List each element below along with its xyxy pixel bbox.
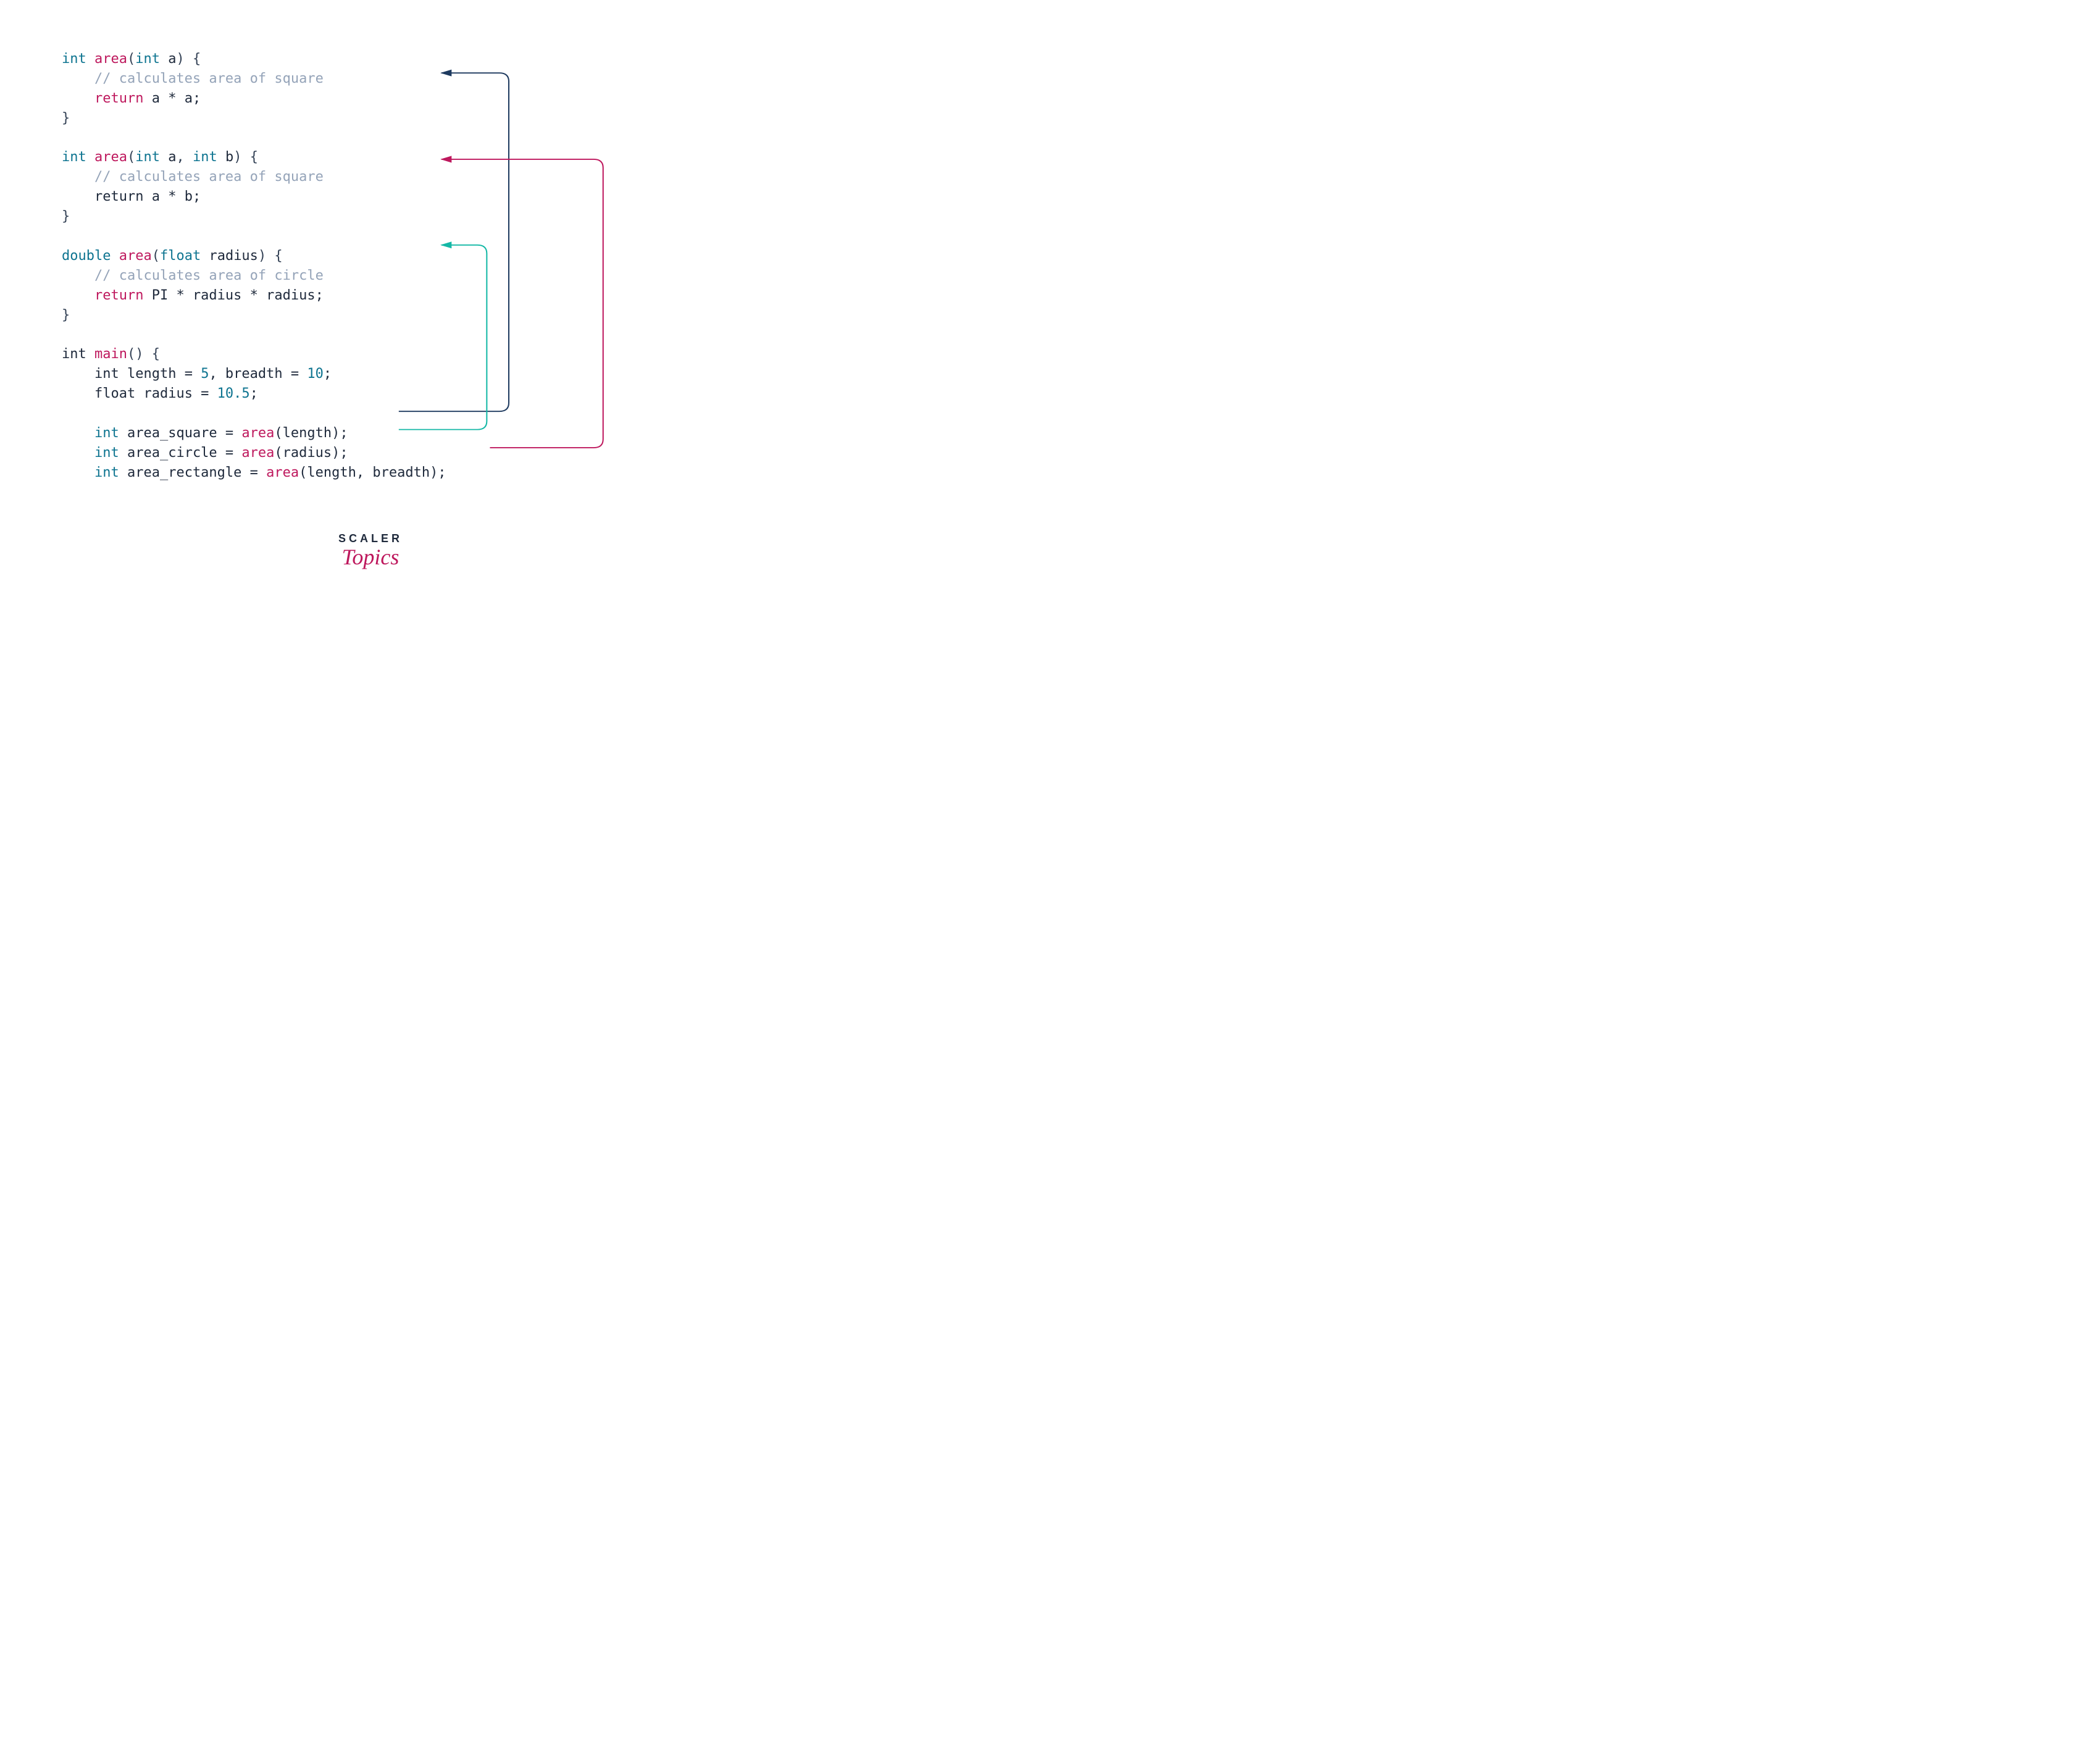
fn3-comment: // calculates area of circle — [94, 268, 324, 283]
main-call1-type: int — [94, 425, 119, 441]
code-block: int area(int a) { // calculates area of … — [62, 49, 679, 483]
fn1-return-kw: return — [94, 91, 143, 106]
fn3-type: double — [62, 248, 111, 264]
fn1-comment: // calculates area of square — [94, 71, 324, 86]
fn1-name: area — [94, 51, 127, 67]
main-call1-fn: area — [241, 425, 274, 441]
fn3-param-type: float — [160, 248, 201, 264]
main-call3-type: int — [94, 465, 119, 480]
fn2-name: area — [94, 149, 127, 165]
fn1-type: int — [62, 51, 86, 67]
brand-sub: Topics — [25, 544, 716, 570]
main-name: main — [94, 346, 127, 362]
fn2-param1-type: int — [135, 149, 160, 165]
main-call2-type: int — [94, 445, 119, 461]
fn2-comment: // calculates area of square — [94, 169, 324, 185]
fn2-return-kw: return — [94, 189, 143, 204]
fn2-type: int — [62, 149, 86, 165]
footer-logo: SCALER Topics — [25, 532, 716, 570]
main-decl1-type: int — [94, 366, 119, 382]
fn1-param-name: a — [168, 51, 176, 67]
main-decl2-type: float — [94, 386, 135, 401]
brand-text: SCALER — [25, 532, 716, 545]
code-diagram: int area(int a) { // calculates area of … — [25, 25, 716, 508]
main-type: int — [62, 346, 86, 362]
fn1-param-type: int — [135, 51, 160, 67]
fn2-param2-type: int — [193, 149, 217, 165]
fn3-return-kw: return — [94, 288, 143, 303]
main-call2-fn: area — [241, 445, 274, 461]
main-call3-fn: area — [266, 465, 299, 480]
fn3-name: area — [119, 248, 152, 264]
